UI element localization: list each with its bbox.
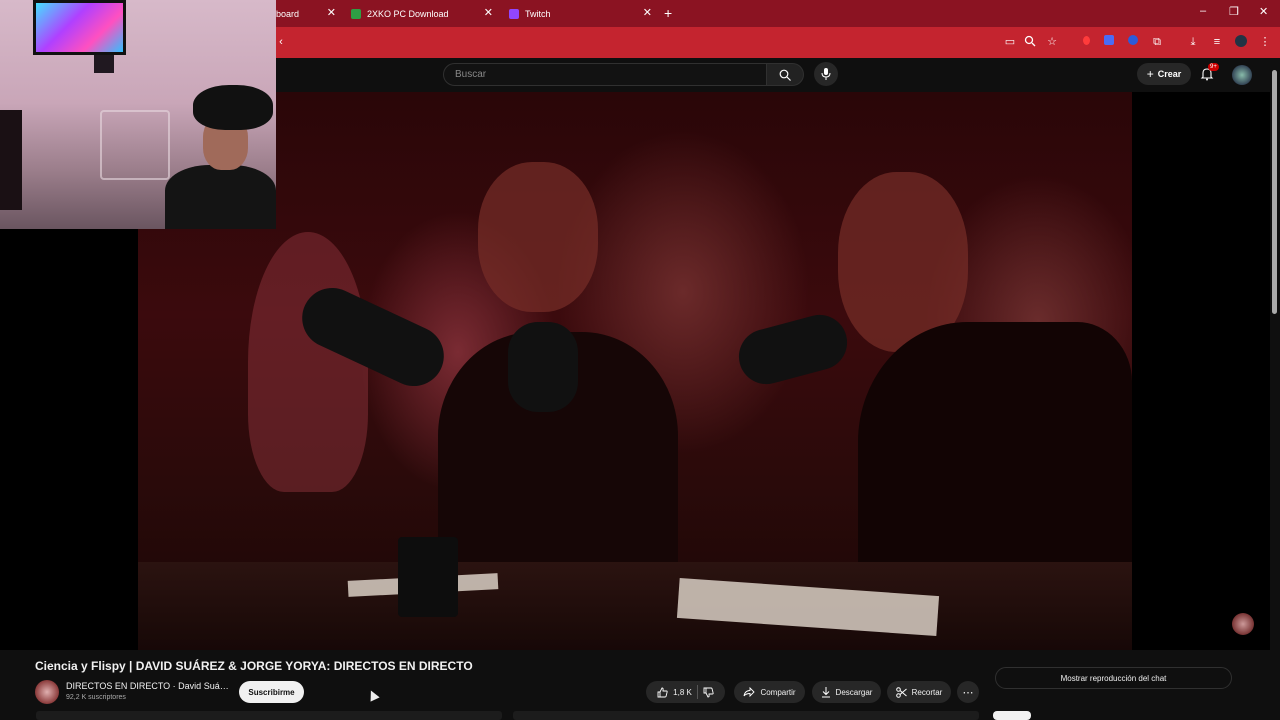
account-avatar[interactable] [1232, 65, 1252, 85]
new-tab-button[interactable]: + [664, 5, 672, 21]
show-chat-replay-button[interactable]: Mostrar reproducción del chat [995, 667, 1232, 689]
cup [398, 537, 458, 617]
notification-badge: 9+ [1208, 63, 1219, 71]
share-arrow-icon [743, 687, 756, 697]
like-dislike-group: 1,8 K [646, 681, 725, 703]
restore-button[interactable]: ❐ [1229, 5, 1239, 18]
twitch-favicon-icon [509, 9, 519, 19]
install-app-icon[interactable]: ▭ [1003, 35, 1017, 49]
translate-extension-icon[interactable] [1102, 35, 1116, 49]
webcam-overlay [0, 0, 276, 229]
chevron-left-icon[interactable]: ‹ [274, 35, 288, 49]
tv-screen [33, 0, 126, 55]
download-button[interactable]: Descargar [812, 681, 881, 703]
page-scrollbar[interactable] [1270, 58, 1280, 720]
dislike-button[interactable] [703, 687, 714, 698]
zoom-icon[interactable] [1024, 35, 1038, 49]
close-tab-icon[interactable]: ✕ [643, 6, 652, 19]
channel-name[interactable]: DIRECTOS EN DIRECTO · David Suá… [66, 681, 229, 691]
minimize-button[interactable]: – [1200, 5, 1206, 17]
filter-chip-all[interactable] [993, 711, 1031, 720]
create-button[interactable]: + Crear [1137, 63, 1191, 85]
download-label: Descargar [835, 687, 873, 697]
download-icon[interactable]: ⤓ [1186, 35, 1200, 49]
subscribe-button[interactable]: Suscribirme [239, 681, 304, 703]
shield-extension-icon[interactable] [1126, 35, 1140, 49]
close-tab-icon[interactable]: ✕ [484, 6, 493, 19]
microphone-center [508, 322, 578, 412]
media-control-icon[interactable]: ≡ [1210, 35, 1224, 49]
tab-2xko[interactable]: 2XKO PC Download ✕ [351, 3, 493, 25]
close-window-button[interactable]: ✕ [1259, 5, 1268, 18]
video-frame[interactable] [138, 92, 1132, 650]
thumbs-down-icon [703, 687, 714, 698]
comments-box[interactable] [513, 711, 979, 720]
tab-label: Twitch [525, 9, 551, 19]
share-label: Compartir [760, 687, 796, 697]
like-button[interactable]: 1,8 K [657, 687, 692, 698]
tab-label: board [276, 9, 300, 19]
mouse-cursor-icon [366, 688, 380, 702]
clip-button[interactable]: Recortar [887, 681, 951, 703]
video-title: Ciencia y Flispy | DAVID SUÁREZ & JORGE … [35, 659, 473, 673]
channel-avatar[interactable] [35, 680, 59, 704]
channel-watermark[interactable] [1232, 613, 1254, 635]
browser-menu-icon[interactable]: ⋮ [1258, 35, 1272, 49]
scrollbar-thumb[interactable] [1272, 70, 1277, 314]
extension-red-icon[interactable] [1079, 35, 1093, 49]
streamer-shirt [165, 165, 276, 229]
share-button[interactable]: Compartir [734, 681, 805, 703]
profile-avatar-icon[interactable] [1234, 35, 1248, 49]
description-box[interactable] [36, 711, 502, 720]
download-icon [821, 686, 831, 698]
plus-icon: + [1146, 67, 1154, 81]
tab-twitch[interactable]: Twitch ✕ [509, 3, 652, 25]
tab-label: 2XKO PC Download [367, 9, 449, 19]
bookmark-star-icon[interactable]: ☆ [1045, 35, 1059, 49]
divider [696, 685, 698, 699]
chair [100, 110, 170, 180]
more-actions-button[interactable]: ⋯ [957, 681, 979, 703]
2xko-favicon-icon [351, 9, 361, 19]
create-label: Crear [1157, 69, 1182, 79]
streamer [165, 85, 276, 229]
furniture [0, 110, 22, 210]
microphone-right [732, 308, 854, 391]
studio-table [138, 562, 1132, 650]
guest-woman-silhouette [248, 232, 368, 492]
subscriber-count: 92,2 K suscriptores [66, 694, 126, 701]
streamer-hair [193, 85, 273, 130]
clip-label: Recortar [911, 687, 943, 697]
host-center-silhouette [478, 162, 598, 312]
tab-dashboard[interactable]: board ✕ [276, 3, 336, 25]
scissors-icon [895, 686, 907, 698]
poster [94, 55, 114, 73]
microphone-icon [821, 68, 831, 80]
voice-search-button[interactable] [814, 62, 838, 86]
close-tab-icon[interactable]: ✕ [327, 6, 336, 19]
search-button[interactable] [766, 63, 804, 86]
search-icon [779, 69, 791, 81]
puzzle-extensions-icon[interactable]: ⧉ [1150, 35, 1164, 49]
like-count: 1,8 K [673, 687, 692, 697]
thumbs-up-icon [657, 687, 668, 698]
search-input[interactable]: Buscar [443, 63, 767, 86]
